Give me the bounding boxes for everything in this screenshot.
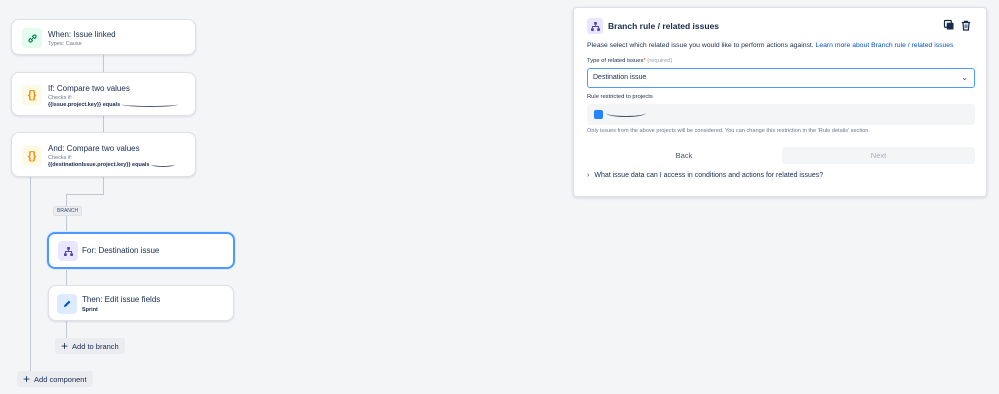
redacted-project-name <box>606 109 646 117</box>
back-button[interactable]: Back <box>587 147 781 164</box>
restricted-projects-label: Rule restricted to projects <box>587 94 653 100</box>
chevron-down-icon: ⌄ <box>961 73 968 82</box>
plus-icon: + <box>61 339 69 353</box>
add-component-button[interactable]: + Add component <box>17 371 93 387</box>
curly-braces-icon: {} <box>22 146 42 166</box>
add-component-label: Add component <box>34 374 87 384</box>
action-subtitle: Sprint <box>82 307 98 313</box>
panel-description: Please select which related issue you wo… <box>587 42 954 49</box>
trash-icon[interactable] <box>959 17 973 33</box>
chevron-right-icon: › <box>587 172 590 179</box>
branch-tag: BRANCH <box>53 206 83 216</box>
select-value: Destination issue <box>593 74 647 81</box>
connector-line <box>30 177 31 371</box>
panel-title: Branch rule / related issues <box>608 21 720 31</box>
condition-expression: {{issue.project.key}} equals <box>48 102 179 108</box>
expander-label: What issue data can I access in conditio… <box>594 172 824 179</box>
condition-card[interactable]: {} And: Compare two values Checks if: {{… <box>11 132 196 177</box>
branch-card[interactable]: For: Destination issue <box>47 232 235 269</box>
next-button[interactable]: Next <box>782 147 975 164</box>
condition-checks-label: Checks if: <box>48 95 73 101</box>
issue-data-expander[interactable]: › What issue data can I access in conditi… <box>587 172 823 179</box>
learn-more-link[interactable]: Learn more about Branch rule / related i… <box>816 42 954 49</box>
connector-line <box>103 116 104 132</box>
condition-title: And: Compare two values <box>48 144 140 153</box>
branch-config-panel: Branch rule / related issues Please sele… <box>573 7 987 197</box>
plus-icon: + <box>23 372 31 386</box>
restricted-projects-field <box>587 104 975 125</box>
project-avatar <box>594 110 603 119</box>
add-to-branch-label: Add to branch <box>72 341 119 351</box>
trigger-card[interactable]: When: Issue linked Types: Cause <box>11 19 196 55</box>
link-icon <box>22 28 42 48</box>
copy-icon[interactable] <box>942 17 956 33</box>
add-to-branch-button[interactable]: + Add to branch <box>55 338 125 354</box>
action-title: Then: Edit issue fields <box>82 295 161 304</box>
connector-line <box>66 194 104 195</box>
condition-expression: {{destinationIssue.project.key}} equals <box>48 162 176 168</box>
redacted-value <box>151 162 176 168</box>
condition-title: If: Compare two values <box>48 84 130 93</box>
restriction-note: Only issues from the above projects will… <box>587 128 870 134</box>
type-field-label: Type of related issues* (required) <box>587 58 673 64</box>
related-issue-type-select[interactable]: Destination issue ⌄ <box>587 68 975 88</box>
trigger-subtitle: Types: Cause <box>48 41 82 47</box>
branch-icon <box>587 18 603 34</box>
redacted-value <box>122 102 179 108</box>
connector-line <box>103 55 104 72</box>
pencil-icon <box>57 294 77 314</box>
trigger-title: When: Issue linked <box>48 30 116 39</box>
curly-braces-icon: {} <box>22 85 42 105</box>
action-card[interactable]: Then: Edit issue fields Sprint <box>48 285 234 321</box>
condition-card[interactable]: {} If: Compare two values Checks if: {{i… <box>11 72 196 116</box>
connector-line <box>103 177 104 194</box>
branch-icon <box>58 241 78 261</box>
condition-checks-label: Checks if: <box>48 155 73 161</box>
branch-title: For: Destination issue <box>82 246 160 255</box>
